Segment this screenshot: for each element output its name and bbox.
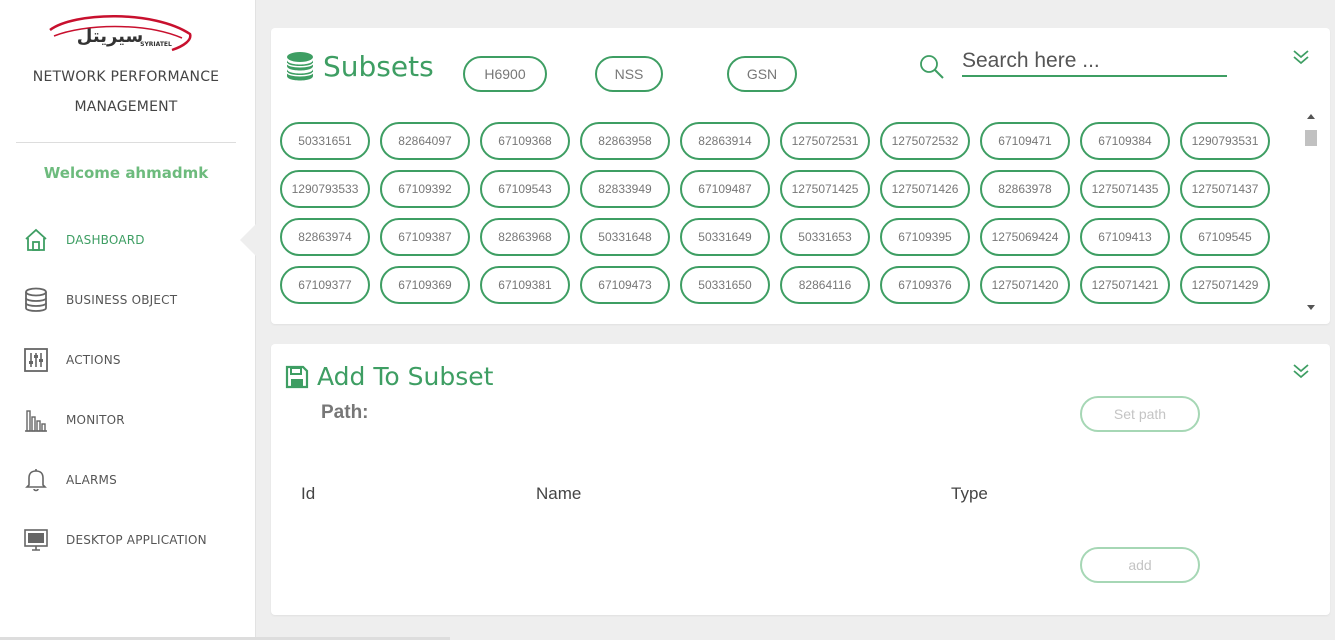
column-header-name: Name bbox=[536, 484, 582, 503]
subset-tag[interactable]: 67109376 bbox=[880, 266, 970, 304]
sidebar-item-label: DASHBOARD bbox=[66, 233, 145, 247]
sidebar-item-dashboard[interactable]: DASHBOARD bbox=[0, 210, 256, 270]
add-to-subset-panel: Add To Subset Path: Set path Id Name Typ… bbox=[271, 344, 1330, 615]
subset-tag[interactable]: 1275071437 bbox=[1180, 170, 1270, 208]
sidebar-item-label: BUSINESS OBJECT bbox=[66, 293, 178, 307]
subset-tag[interactable]: 50331651 bbox=[280, 122, 370, 160]
subset-tag[interactable]: 67109395 bbox=[880, 218, 970, 256]
bar-chart-icon bbox=[22, 406, 50, 434]
subset-tag[interactable]: 1275071421 bbox=[1080, 266, 1170, 304]
subset-tag[interactable]: 82863958 bbox=[580, 122, 670, 160]
bell-icon bbox=[22, 466, 50, 494]
subset-tag[interactable]: 82863978 bbox=[980, 170, 1070, 208]
subset-tags-list: 50331651 82864097 67109368 82863958 82863914… bbox=[280, 122, 1280, 306]
scroll-down-icon[interactable] bbox=[1307, 305, 1315, 310]
database-icon bbox=[285, 51, 315, 83]
subset-tag[interactable]: 1275069424 bbox=[980, 218, 1070, 256]
app-title: NETWORK PERFORMANCE MANAGEMENT bbox=[0, 62, 252, 122]
app-title-line1: NETWORK PERFORMANCE bbox=[32, 69, 220, 85]
subset-tag[interactable]: 1275071429 bbox=[1180, 266, 1270, 304]
sliders-icon bbox=[22, 346, 50, 374]
save-icon bbox=[285, 365, 309, 389]
sidebar-divider bbox=[16, 142, 236, 143]
subset-tag[interactable]: 67109473 bbox=[580, 266, 670, 304]
sidebar-item-label: MONITOR bbox=[66, 413, 125, 427]
subset-tag[interactable]: 67109545 bbox=[1180, 218, 1270, 256]
subset-tag[interactable]: 67109381 bbox=[480, 266, 570, 304]
column-header-id: Id bbox=[301, 484, 316, 503]
sidebar-item-monitor[interactable]: MONITOR bbox=[0, 390, 256, 450]
subset-tag[interactable]: 50331649 bbox=[680, 218, 770, 256]
filter-nss-button[interactable]: NSS bbox=[595, 56, 663, 92]
subset-tag[interactable]: 1290793531 bbox=[1180, 122, 1270, 160]
home-icon bbox=[22, 226, 50, 254]
sidebar-item-desktop-application[interactable]: DESKTOP APPLICATION bbox=[0, 510, 256, 570]
subset-tag[interactable]: 50331650 bbox=[680, 266, 770, 304]
subsets-panel: Subsets H6900 NSS GSN 50331651 82864097 67… bbox=[271, 28, 1330, 324]
search-icon[interactable] bbox=[919, 54, 945, 84]
active-indicator bbox=[240, 224, 256, 256]
monitor-icon bbox=[22, 526, 50, 554]
column-header-type: Type bbox=[951, 484, 988, 503]
filter-gsn-button[interactable]: GSN bbox=[727, 56, 797, 92]
sidebar-item-label: ALARMS bbox=[66, 473, 117, 487]
set-path-button[interactable]: Set path bbox=[1080, 396, 1200, 432]
subset-tag[interactable]: 82864116 bbox=[780, 266, 870, 304]
subset-tag[interactable]: 82864097 bbox=[380, 122, 470, 160]
filter-h6900-button[interactable]: H6900 bbox=[463, 56, 547, 92]
sidebar-item-business-object[interactable]: BUSINESS OBJECT bbox=[0, 270, 256, 330]
subsets-title: Subsets bbox=[285, 50, 434, 83]
chevron-double-down-icon[interactable] bbox=[1292, 48, 1310, 66]
subset-tag[interactable]: 1275072531 bbox=[780, 122, 870, 160]
syriatel-logo: سيريتل SYRIATEL bbox=[44, 12, 194, 58]
sidebar-item-alarms[interactable]: ALARMS bbox=[0, 450, 256, 510]
app-title-line2: MANAGEMENT bbox=[74, 99, 178, 115]
subset-tag[interactable]: 50331648 bbox=[580, 218, 670, 256]
subset-tag[interactable]: 50331653 bbox=[780, 218, 870, 256]
subset-tag[interactable]: 67109377 bbox=[280, 266, 370, 304]
logo-sub-text: SYRIATEL bbox=[140, 41, 172, 48]
scroll-up-icon[interactable] bbox=[1307, 114, 1315, 119]
tags-scrollbar[interactable] bbox=[1304, 112, 1318, 312]
subset-tag[interactable]: 67109369 bbox=[380, 266, 470, 304]
add-to-subset-title: Add To Subset bbox=[285, 362, 493, 391]
database-icon bbox=[22, 286, 50, 314]
subset-tag[interactable]: 67109487 bbox=[680, 170, 770, 208]
subset-tag[interactable]: 1275071420 bbox=[980, 266, 1070, 304]
sidebar: سيريتل SYRIATEL NETWORK PERFORMANCE MANA… bbox=[0, 0, 256, 640]
subset-tag[interactable]: 1275071426 bbox=[880, 170, 970, 208]
sidebar-item-actions[interactable]: ACTIONS bbox=[0, 330, 256, 390]
add-to-subset-title-text: Add To Subset bbox=[317, 362, 494, 391]
subsets-title-text: Subsets bbox=[323, 50, 434, 83]
subset-tag[interactable]: 1275071435 bbox=[1080, 170, 1170, 208]
subset-tag[interactable]: 67109384 bbox=[1080, 122, 1170, 160]
subset-tag[interactable]: 67109543 bbox=[480, 170, 570, 208]
subset-tag[interactable]: 82863968 bbox=[480, 218, 570, 256]
subset-tag[interactable]: 67109368 bbox=[480, 122, 570, 160]
path-label: Path: bbox=[321, 402, 369, 423]
subset-tag[interactable]: 67109392 bbox=[380, 170, 470, 208]
subset-tag[interactable]: 82833949 bbox=[580, 170, 670, 208]
sidebar-item-label: DESKTOP APPLICATION bbox=[66, 533, 207, 547]
search-input[interactable] bbox=[962, 46, 1227, 77]
subset-tag[interactable]: 1290793533 bbox=[280, 170, 370, 208]
scrollbar-thumb[interactable] bbox=[1305, 130, 1317, 146]
subset-tag[interactable]: 82863914 bbox=[680, 122, 770, 160]
subset-tag[interactable]: 1275072532 bbox=[880, 122, 970, 160]
add-button[interactable]: add bbox=[1080, 547, 1200, 583]
subset-tag[interactable]: 67109387 bbox=[380, 218, 470, 256]
logo-arabic-text: سيريتل bbox=[77, 26, 143, 47]
subset-tag[interactable]: 82863974 bbox=[280, 218, 370, 256]
sidebar-item-label: ACTIONS bbox=[66, 353, 121, 367]
subset-tag[interactable]: 67109471 bbox=[980, 122, 1070, 160]
chevron-double-down-icon[interactable] bbox=[1292, 362, 1310, 380]
subset-tag[interactable]: 67109413 bbox=[1080, 218, 1170, 256]
welcome-text: Welcome ahmadmk bbox=[43, 164, 209, 182]
subset-tag[interactable]: 1275071425 bbox=[780, 170, 870, 208]
